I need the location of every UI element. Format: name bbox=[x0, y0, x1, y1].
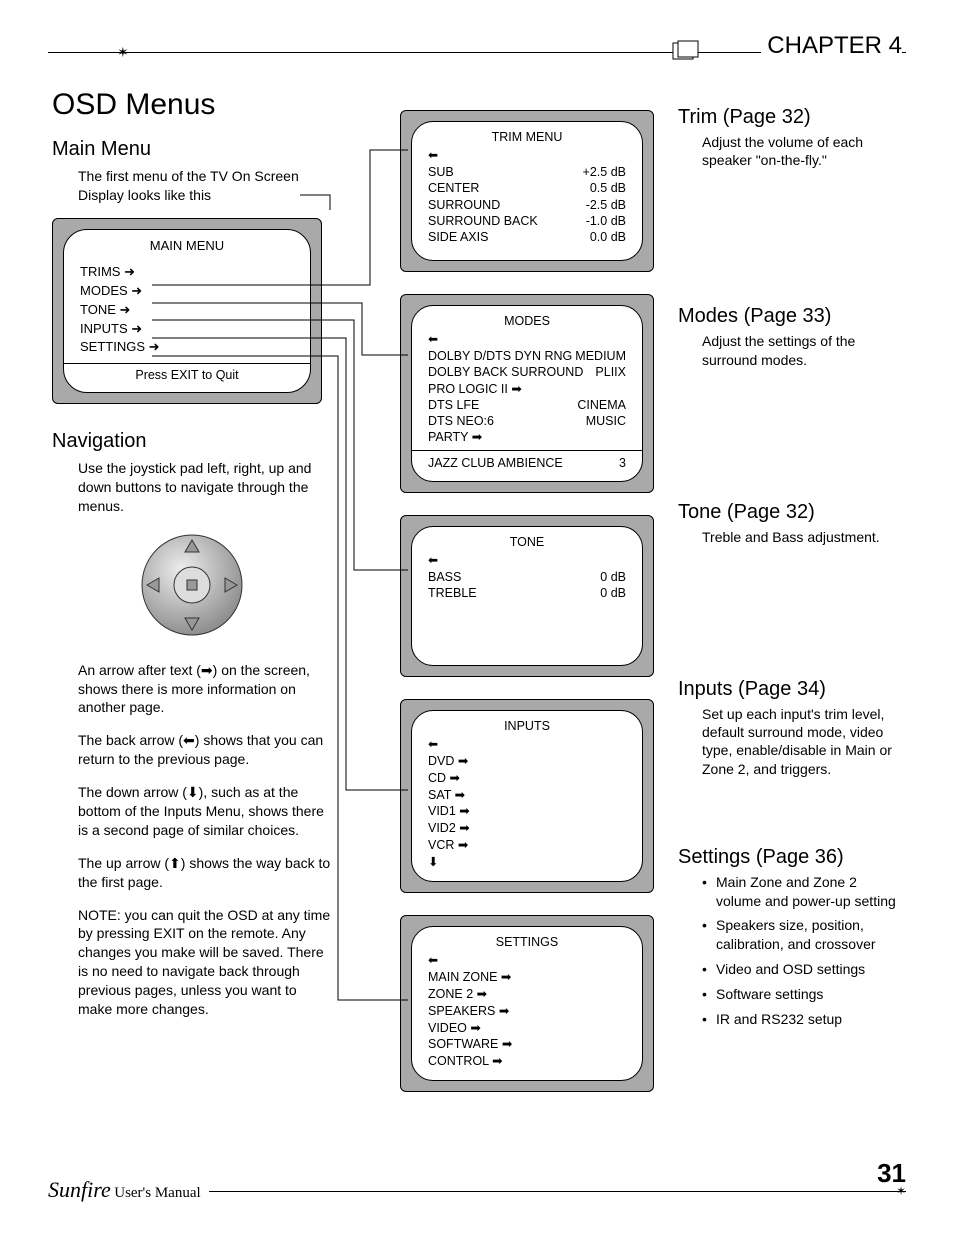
list-item: •Video and OSD settings bbox=[702, 960, 904, 979]
tone-screen: TONE ⬅ BASS0 dB TREBLE0 dB bbox=[400, 515, 654, 677]
nav-p-right-arrow: An arrow after text (➡) on the screen, s… bbox=[78, 661, 332, 718]
inputs-desc: Set up each input's trim level, default … bbox=[702, 705, 904, 778]
menu-item-tone: TONE ➜ bbox=[80, 301, 294, 320]
inputs-heading: Inputs (Page 34) bbox=[678, 678, 904, 701]
table-row: SURROUND BACK-1.0 dB bbox=[428, 213, 626, 229]
tone-desc: Treble and Bass adjustment. bbox=[702, 528, 904, 546]
back-arrow-icon: ⬅ bbox=[428, 148, 626, 162]
main-menu-section: Main Menu The first menu of the TV On Sc… bbox=[52, 138, 332, 219]
screen-title: INPUTS bbox=[428, 719, 626, 733]
list-item: VIDEO ➡ bbox=[428, 1020, 626, 1037]
table-row: SUB+2.5 dB bbox=[428, 164, 626, 180]
settings-list: •Main Zone and Zone 2 volume and power-u… bbox=[702, 873, 904, 1029]
nav-p-left-arrow: The back arrow (⬅) shows that you can re… bbox=[78, 731, 332, 769]
table-row: CENTER0.5 dB bbox=[428, 180, 626, 196]
down-arrow-icon: ⬇ bbox=[428, 854, 626, 871]
star-icon: ✶ bbox=[117, 44, 129, 61]
list-item: VCR ➡ bbox=[428, 837, 626, 854]
settings-heading: Settings (Page 36) bbox=[678, 846, 904, 869]
screen-title: SETTINGS bbox=[428, 935, 626, 949]
chapter-label: CHAPTER 4 bbox=[761, 32, 902, 60]
nav-p-down-arrow: The down arrow (⬇), such as at the botto… bbox=[78, 783, 332, 840]
back-arrow-icon: ⬅ bbox=[428, 737, 626, 751]
main-menu-heading: Main Menu bbox=[52, 138, 332, 161]
menu-item-trims: TRIMS ➜ bbox=[80, 263, 294, 282]
modes-heading: Modes (Page 33) bbox=[678, 305, 904, 328]
table-row: SIDE AXIS0.0 dB bbox=[428, 229, 626, 245]
screen-title: MAIN MENU bbox=[80, 238, 294, 253]
trim-desc: Adjust the volume of each speaker "on-th… bbox=[702, 133, 904, 169]
list-item: •Software settings bbox=[702, 985, 904, 1004]
table-row: BASS0 dB bbox=[428, 569, 626, 585]
page-title: OSD Menus bbox=[52, 88, 215, 122]
descriptions-column: Trim (Page 32) Adjust the volume of each… bbox=[678, 106, 904, 1035]
table-row: TREBLE0 dB bbox=[428, 585, 626, 601]
navigation-section: Navigation Use the joystick pad left, ri… bbox=[52, 430, 332, 1033]
table-row: JAZZ CLUB AMBIENCE3 bbox=[428, 455, 626, 471]
list-item: CONTROL ➡ bbox=[428, 1053, 626, 1070]
table-row: DOLBY BACK SURROUNDPLIIX bbox=[428, 364, 626, 380]
star-icon: ✶ bbox=[896, 1184, 906, 1198]
list-item: SPEAKERS ➡ bbox=[428, 1003, 626, 1020]
navigation-desc: Use the joystick pad left, right, up and… bbox=[78, 459, 332, 516]
book-icon bbox=[672, 40, 702, 65]
screen-title: TONE bbox=[428, 535, 626, 549]
screen-title: MODES bbox=[428, 314, 626, 328]
table-row: DTS NEO:6MUSIC bbox=[428, 413, 626, 429]
back-arrow-icon: ⬅ bbox=[428, 553, 626, 567]
nav-p-note: NOTE: you can quit the OSD at any time b… bbox=[78, 906, 332, 1019]
list-item: •IR and RS232 setup bbox=[702, 1010, 904, 1029]
list-item: MAIN ZONE ➡ bbox=[428, 969, 626, 986]
navigation-heading: Navigation bbox=[52, 430, 332, 453]
back-arrow-icon: ⬅ bbox=[428, 332, 626, 346]
list-item: SOFTWARE ➡ bbox=[428, 1036, 626, 1053]
nav-p-up-arrow: The up arrow (⬆) shows the way back to t… bbox=[78, 854, 332, 892]
joystick-icon bbox=[52, 530, 332, 643]
screen-footer: Press EXIT to Quit bbox=[64, 363, 310, 382]
trim-heading: Trim (Page 32) bbox=[678, 106, 904, 129]
list-item: SAT ➡ bbox=[428, 787, 626, 804]
list-item: DVD ➡ bbox=[428, 753, 626, 770]
settings-screen: SETTINGS ⬅ MAIN ZONE ➡ ZONE 2 ➡ SPEAKERS… bbox=[400, 915, 654, 1092]
table-row: DTS LFECINEMA bbox=[428, 397, 626, 413]
main-menu-screen: MAIN MENU TRIMS ➜ MODES ➜ TONE ➜ INPUTS … bbox=[52, 218, 322, 426]
table-row: SURROUND-2.5 dB bbox=[428, 197, 626, 213]
list-item: •Main Zone and Zone 2 volume and power-u… bbox=[702, 873, 904, 911]
footer-brand: Sunfire User's Manual bbox=[48, 1177, 209, 1203]
screen-title: TRIM MENU bbox=[428, 130, 626, 144]
list-item: CD ➡ bbox=[428, 770, 626, 787]
list-item: ZONE 2 ➡ bbox=[428, 986, 626, 1003]
table-row: PRO LOGIC II ➡ bbox=[428, 381, 626, 397]
footer-rule: Sunfire User's Manual ✶ bbox=[48, 1175, 906, 1205]
list-item: •Speakers size, position, calibration, a… bbox=[702, 916, 904, 954]
list-item: VID1 ➡ bbox=[428, 803, 626, 820]
modes-screen: MODES ⬅ DOLBY D/DTS DYN RNGMEDIUM DOLBY … bbox=[400, 294, 654, 493]
modes-desc: Adjust the settings of the surround mode… bbox=[702, 332, 904, 368]
menu-item-inputs: INPUTS ➜ bbox=[80, 320, 294, 339]
table-row: PARTY ➡ bbox=[428, 429, 626, 445]
menu-item-modes: MODES ➜ bbox=[80, 282, 294, 301]
main-menu-desc: The first menu of the TV On Screen Displ… bbox=[78, 167, 332, 205]
back-arrow-icon: ⬅ bbox=[428, 953, 626, 967]
inputs-screen: INPUTS ⬅ DVD ➡ CD ➡ SAT ➡ VID1 ➡ VID2 ➡ … bbox=[400, 699, 654, 893]
tone-heading: Tone (Page 32) bbox=[678, 501, 904, 524]
trim-screen: TRIM MENU ⬅ SUB+2.5 dB CENTER0.5 dB SURR… bbox=[400, 110, 654, 272]
screens-column: TRIM MENU ⬅ SUB+2.5 dB CENTER0.5 dB SURR… bbox=[400, 110, 654, 1114]
table-row: DOLBY D/DTS DYN RNGMEDIUM bbox=[428, 348, 626, 364]
list-item: VID2 ➡ bbox=[428, 820, 626, 837]
menu-item-settings: SETTINGS ➜ bbox=[80, 338, 294, 357]
